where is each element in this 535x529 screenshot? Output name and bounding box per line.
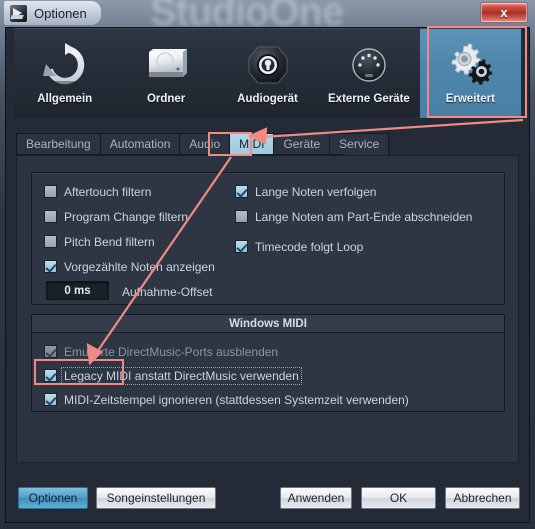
checkbox-box (44, 260, 57, 273)
abbrechen-button[interactable]: Abbrechen (445, 487, 520, 509)
category-label: Audiogerät (237, 93, 298, 105)
audio-interface-icon (245, 39, 291, 91)
options-dialog: StudioOne Optionen x Allgemein Ordner Au… (0, 0, 535, 529)
ok-button[interactable]: OK (361, 487, 436, 509)
window-chrome: StudioOne Optionen x Allgemein Ordner Au… (0, 0, 535, 529)
tab-bearbeitung[interactable]: Bearbeitung (16, 133, 100, 155)
checkbox-box (44, 393, 57, 406)
category-label: Externe Geräte (328, 93, 410, 105)
checkbox-box (235, 240, 248, 253)
gears-icon (446, 39, 494, 91)
tab-audio[interactable]: Audio (179, 133, 230, 155)
record-offset-label: Aufnahme-Offset (122, 285, 213, 299)
checkbox-lange-noten-part-ende-abschneiden[interactable]: Lange Noten am Part-Ende abschneiden (235, 210, 472, 223)
checkbox-label: Program Change filtern (64, 209, 189, 224)
tab-automation[interactable]: Automation (99, 133, 180, 155)
checkbox-aftertouch-filtern[interactable]: Aftertouch filtern (44, 185, 151, 198)
checkbox-label: Lange Noten verfolgen (255, 184, 377, 199)
category-ordner[interactable]: Ordner (115, 29, 216, 118)
category-audiogeraet[interactable]: Audiogerät (217, 29, 318, 118)
windows-midi-title: Windows MIDI (32, 315, 504, 333)
refresh-circular-arrows-icon (42, 39, 88, 91)
record-offset-input[interactable]: 0 ms (46, 281, 109, 300)
checkbox-label: Timecode folgt Loop (255, 239, 364, 254)
checkbox-emulierte-directmusic-ports-ausblenden[interactable]: Emulierte DirectMusic-Ports ausblenden (44, 345, 278, 358)
category-externe-geraete[interactable]: Externe Geräte (318, 29, 419, 118)
category-erweitert[interactable]: Erweitert (419, 29, 522, 118)
checkbox-label: Aftertouch filtern (64, 184, 152, 199)
checkbox-label: Emulierte DirectMusic-Ports ausblenden (64, 344, 279, 359)
checkbox-lange-noten-verfolgen[interactable]: Lange Noten verfolgen (235, 185, 376, 198)
close-icon: x (500, 5, 508, 20)
checkbox-program-change-filtern[interactable]: Program Change filtern (44, 210, 188, 223)
close-button[interactable]: x (480, 2, 528, 23)
checkbox-box (235, 210, 248, 223)
category-label: Erweitert (445, 93, 495, 105)
midi-filter-group: Aftertouch filtern Program Change filter… (31, 172, 505, 305)
window-title: Optionen (34, 5, 87, 21)
category-label: Ordner (146, 93, 186, 105)
tab-service[interactable]: Service (329, 133, 390, 155)
tab-midi[interactable]: MIDI (229, 133, 274, 155)
songeinstellungen-button[interactable]: Songeinstellungen (96, 487, 216, 509)
category-allgemein[interactable]: Allgemein (14, 29, 115, 118)
checkbox-legacy-midi-anstatt-directmusic[interactable]: Legacy MIDI anstatt DirectMusic verwende… (44, 366, 302, 385)
title-bar: Optionen x (0, 0, 535, 26)
checkbox-timecode-folgt-loop[interactable]: Timecode folgt Loop (235, 240, 363, 253)
checkbox-midi-zeitstempel-ignorieren[interactable]: MIDI-Zeitstempel ignorieren (stattdessen… (44, 393, 409, 406)
title-pill: Optionen (4, 1, 101, 25)
optionen-button[interactable]: Optionen (18, 487, 88, 509)
hard-drive-icon (142, 39, 190, 91)
checkbox-label: Lange Noten am Part-Ende abschneiden (255, 209, 473, 224)
checkbox-label: Vorgezählte Noten anzeigen (64, 259, 215, 274)
checkbox-box (44, 369, 57, 382)
windows-midi-group: Windows MIDI Emulierte DirectMusic-Ports… (31, 314, 505, 412)
category-label: Allgemein (37, 93, 93, 105)
studio-one-logo-icon (10, 4, 27, 22)
checkbox-box (44, 185, 57, 198)
midi-din-connector-icon (347, 39, 391, 91)
tab-geraete[interactable]: Geräte (273, 133, 330, 155)
checkbox-vorgezaehlte-noten-anzeigen[interactable]: Vorgezählte Noten anzeigen (44, 260, 215, 273)
anwenden-button[interactable]: Anwenden (280, 487, 352, 509)
checkbox-pitch-bend-filtern[interactable]: Pitch Bend filtern (44, 235, 155, 248)
checkbox-box (44, 345, 57, 358)
checkbox-label: Legacy MIDI anstatt DirectMusic verwende… (61, 366, 302, 385)
checkbox-box (235, 185, 248, 198)
midi-settings-panel: Aftertouch filtern Program Change filter… (16, 155, 519, 463)
tab-bar: Bearbeitung Automation Audio MIDI Geräte… (16, 133, 390, 155)
checkbox-label: Pitch Bend filtern (64, 234, 155, 249)
checkbox-box (44, 235, 57, 248)
category-toolbar: Allgemein Ordner Audiogerät Externe Gerä… (14, 28, 522, 118)
checkbox-label: MIDI-Zeitstempel ignorieren (stattdessen… (64, 392, 409, 407)
checkbox-box (44, 210, 57, 223)
record-offset-value: 0 ms (64, 284, 91, 297)
